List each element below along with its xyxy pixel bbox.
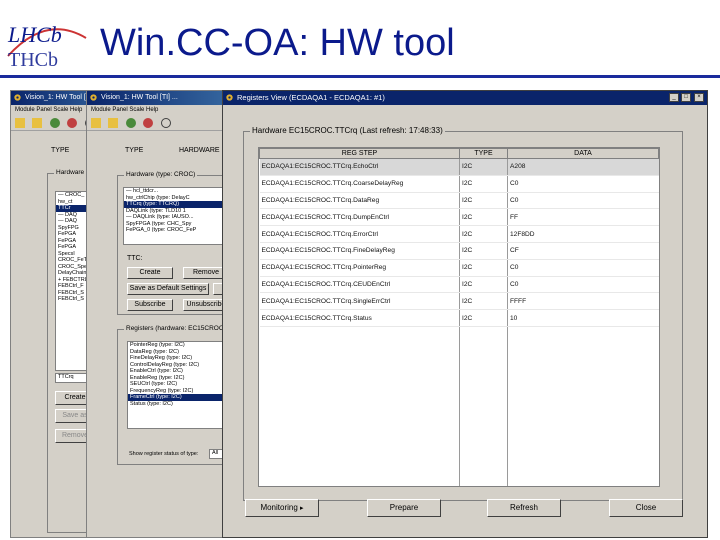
data-cell: 10 xyxy=(507,309,659,327)
folder-icon[interactable] xyxy=(32,118,43,128)
tab-hardware[interactable]: HARDWARE xyxy=(179,147,220,154)
reg-cell: ECDAQA1:EC15CROC.TTCrq.ErrorCtrl xyxy=(259,225,460,243)
table-row[interactable]: ECDAQA1:EC15CROC.TTCrq.Status I2C 10 xyxy=(259,309,659,327)
create-button[interactable]: Create xyxy=(127,267,173,279)
gear-icon[interactable] xyxy=(67,118,78,128)
save-default-button[interactable]: Save as Default Settings xyxy=(127,283,209,295)
back-window-1-title: Vision_1: HW Tool [TI xyxy=(25,94,93,101)
gear-icon[interactable] xyxy=(143,118,154,128)
table-row[interactable]: ECDAQA1:EC15CROC.TTCrq.SingleErrCtrl I2C F… xyxy=(259,292,659,311)
globe-icon[interactable] xyxy=(49,118,60,128)
type-cell: I2C xyxy=(459,309,508,327)
registers-table-container: REG STEP TYPE DATA ECDAQA1:EC15CROC.TTCr… xyxy=(258,147,660,487)
data-cell: C0 xyxy=(507,192,659,210)
table-row[interactable]: ECDAQA1:EC15CROC.TTCrq.FineDelayReg I2C CF xyxy=(259,242,659,260)
folder-icon[interactable] xyxy=(108,118,119,128)
monitoring-button-label: Monitoring xyxy=(260,503,298,512)
dropdown-arrow-icon: ▸ xyxy=(300,505,304,512)
type-cell: I2C xyxy=(459,192,508,210)
reg-cell: ECDAQA1:EC15CROC.TTCrq.PointerReg xyxy=(259,259,460,277)
globe-icon[interactable] xyxy=(125,118,136,128)
subscribe-button[interactable]: Subscribe xyxy=(127,299,173,311)
data-cell: A208 xyxy=(507,158,659,176)
slide-title: Win.CC-OA: HW tool xyxy=(100,22,455,64)
type-cell: I2C xyxy=(459,225,508,243)
data-cell: FF xyxy=(507,208,659,227)
registers-view-titlebar[interactable]: Registers View (ECDAQA1 - ECDAQA1: #1) _… xyxy=(223,91,707,105)
table-row[interactable]: ECDAQA1:EC15CROC.TTCrq.CoarseDelayReg I2C… xyxy=(259,175,659,193)
gear-icon xyxy=(226,94,233,101)
column-header-reg-step[interactable]: REG STEP xyxy=(259,148,460,159)
close-window-button[interactable]: × xyxy=(694,93,704,102)
status-label: Show register status of type: xyxy=(129,451,199,457)
reg-cell: ECDAQA1:EC15CROC.TTCrq.SingleErrCtrl xyxy=(259,292,460,311)
close-button[interactable]: Close xyxy=(609,499,683,517)
maximize-button[interactable]: □ xyxy=(681,93,691,102)
data-cell: CF xyxy=(507,242,659,260)
reg-cell: ECDAQA1:EC15CROC.TTCrq.DataReg xyxy=(259,192,460,210)
data-cell: C0 xyxy=(507,175,659,193)
data-cell: 12F8DD xyxy=(507,225,659,243)
title-rule xyxy=(0,75,720,78)
column-header-data[interactable]: DATA xyxy=(507,148,659,159)
type-cell: I2C xyxy=(459,276,508,294)
registers-view-window[interactable]: Registers View (ECDAQA1 - ECDAQA1: #1) _… xyxy=(222,90,708,538)
table-row[interactable]: ECDAQA1:EC15CROC.TTCrq.CEUDEnCtrl I2C C0 xyxy=(259,276,659,294)
registers-view-title: Registers View (ECDAQA1 - ECDAQA1: #1) xyxy=(237,93,385,102)
reg-cell: ECDAQA1:EC15CROC.TTCrq.Status xyxy=(259,309,460,327)
table-row[interactable]: ECDAQA1:EC15CROC.TTCrq.PointerReg I2C C0 xyxy=(259,259,659,277)
tab-type[interactable]: TYPE xyxy=(125,147,143,154)
type-cell: I2C xyxy=(459,259,508,277)
reg-cell: ECDAQA1:EC15CROC.TTCrq.EchoCtrl xyxy=(259,158,460,176)
hardware-registers-group-label: Hardware EC15CROC.TTCrq (Last refresh: 1… xyxy=(250,126,445,135)
type-cell: I2C xyxy=(459,158,508,176)
data-cell: C0 xyxy=(507,276,659,294)
registers-table: REG STEP TYPE DATA ECDAQA1:EC15CROC.TTCr… xyxy=(259,148,659,486)
type-cell: I2C xyxy=(459,175,508,193)
type-cell: I2C xyxy=(459,292,508,311)
folder-icon[interactable] xyxy=(91,118,101,128)
tab-type[interactable]: TYPE xyxy=(51,147,69,154)
gear-icon xyxy=(90,94,97,101)
reg-cell: ECDAQA1:EC15CROC.TTCrq.CoarseDelayReg xyxy=(259,175,460,193)
refresh-button[interactable]: Refresh xyxy=(487,499,561,517)
data-cell: FFFF xyxy=(507,292,659,311)
reg-cell: ECDAQA1:EC15CROC.TTCrq.CEUDEnCtrl xyxy=(259,276,460,294)
reg-cell: ECDAQA1:EC15CROC.TTCrq.FineDelayReg xyxy=(259,242,460,260)
column-header-type[interactable]: TYPE xyxy=(459,148,508,159)
prepare-button[interactable]: Prepare xyxy=(367,499,441,517)
type-cell: I2C xyxy=(459,208,508,227)
table-row-empty xyxy=(259,326,659,486)
reg-cell: ECDAQA1:EC15CROC.TTCrq.DumpEnCtrl xyxy=(259,208,460,227)
minimize-button[interactable]: _ xyxy=(669,93,679,102)
table-row[interactable]: ECDAQA1:EC15CROC.TTCrq.ErrorCtrl I2C 12F8D… xyxy=(259,225,659,243)
table-row[interactable]: ECDAQA1:EC15CROC.TTCrq.DataReg I2C C0 xyxy=(259,192,659,210)
folder-icon[interactable] xyxy=(15,118,25,128)
type-cell: I2C xyxy=(459,242,508,260)
registers-group-label: Registers (hardware: EC15CROC xyxy=(124,325,226,332)
lhcb-logo: LHCb THCb xyxy=(2,8,90,74)
hardware-group-label: Hardware (type: CROC) xyxy=(124,171,198,178)
table-row[interactable]: ECDAQA1:EC15CROC.TTCrq.DumpEnCtrl I2C FF xyxy=(259,208,659,227)
gear-icon xyxy=(14,94,21,101)
back-window-2-title: Vision_1: HW Tool [TI] ... xyxy=(101,94,178,101)
ttc-label: TTC: xyxy=(127,255,143,262)
monitoring-button[interactable]: Monitoring ▸ xyxy=(245,499,319,517)
logo-text-bottom: THCb xyxy=(8,49,58,71)
table-row[interactable]: ECDAQA1:EC15CROC.TTCrq.EchoCtrl I2C A208 xyxy=(259,158,659,176)
magnifier-icon[interactable] xyxy=(160,118,171,128)
data-cell: C0 xyxy=(507,259,659,277)
logo-text-top: LHCb xyxy=(7,22,62,47)
